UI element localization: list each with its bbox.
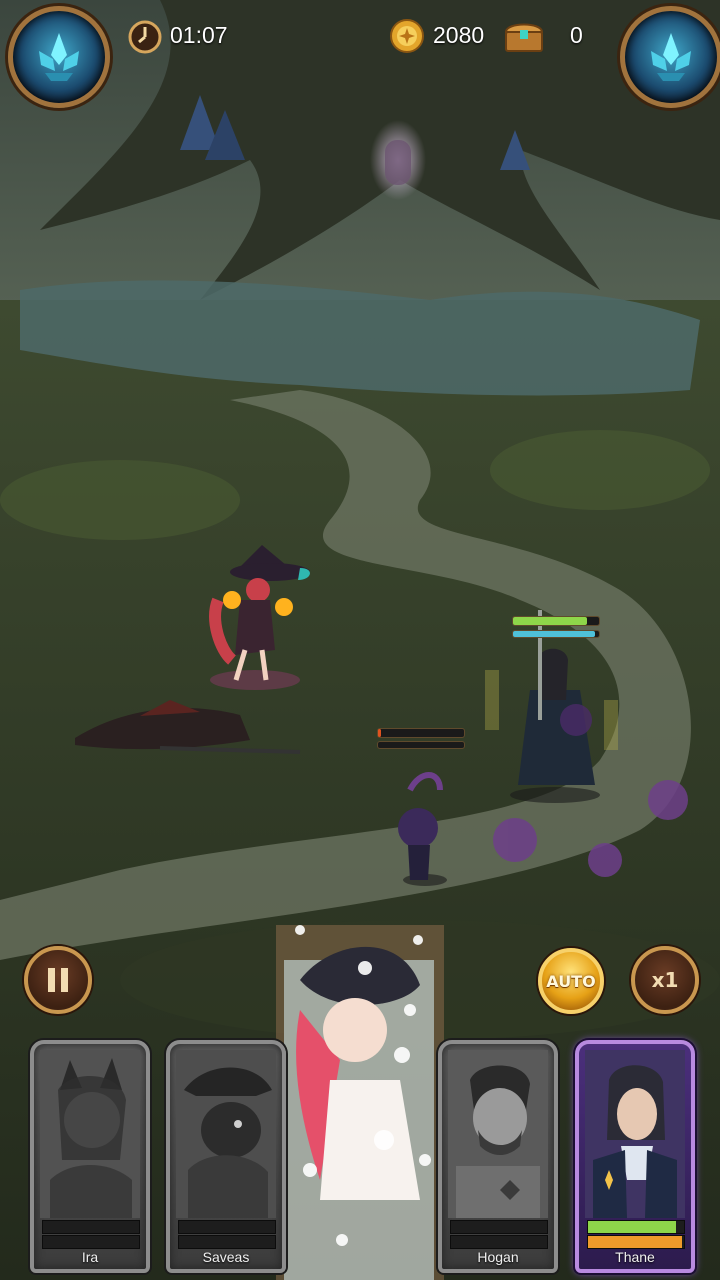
- team-emblem-right: [620, 6, 720, 108]
- hero-card-thane[interactable]: Thane: [575, 1040, 695, 1273]
- enemy-knight-energy-fill: [513, 631, 595, 637]
- hero-portrait-saveas: [176, 1050, 276, 1218]
- hero-thane-hp-bar: [587, 1220, 685, 1234]
- hero-hogan-energy-bar: [450, 1235, 548, 1249]
- hero-card-saveas[interactable]: Saveas: [166, 1040, 286, 1273]
- hero-ira-energy-bar: [42, 1235, 140, 1249]
- enemy-minion-hp-bar: [377, 728, 465, 738]
- hero-name-saveas: Saveas: [202, 1249, 250, 1265]
- hero-hogan-hp-bar: [450, 1220, 548, 1234]
- enemy-knight-energy-bar: [512, 630, 600, 638]
- enemy-knight-hp-bar: [512, 616, 600, 626]
- speed-button[interactable]: x1: [631, 946, 699, 1014]
- enemy-minion-energy-bar: [377, 741, 465, 749]
- auto-battle-button[interactable]: AUTO: [538, 948, 604, 1014]
- hero-name-thane: Thane: [615, 1249, 655, 1265]
- hero-name-hogan: Hogan: [477, 1249, 519, 1265]
- enemy-minion-hp-fill: [378, 729, 382, 737]
- hero-saveas-energy-bar: [178, 1235, 276, 1249]
- hero-thane-energy-fill: [588, 1236, 683, 1248]
- crystal-lotus-icon: [39, 33, 79, 81]
- hero-ira-hp-bar: [42, 1220, 140, 1234]
- gold-coin-icon: [390, 19, 424, 53]
- speed-label: x1: [651, 968, 679, 992]
- hero-card-hogan[interactable]: Hogan: [438, 1040, 558, 1273]
- hero-portrait-hogan: [448, 1050, 548, 1218]
- team-emblem-left: [8, 6, 110, 108]
- hero-card-active-ultimate[interactable]: [276, 925, 444, 1280]
- hero-portrait-ira: [40, 1050, 140, 1218]
- gold-count: 2080: [433, 22, 485, 48]
- hero-saveas-hp-bar: [178, 1220, 276, 1234]
- hero-card-ira[interactable]: Ira: [30, 1040, 150, 1273]
- hero-thane-hp-fill: [588, 1221, 677, 1233]
- battle-timer: 01:07: [170, 22, 228, 48]
- pause-icon: [48, 968, 68, 992]
- crystal-lotus-icon: [651, 33, 691, 81]
- hero-portrait-thane: [585, 1050, 685, 1218]
- chest-count: 0: [570, 22, 583, 48]
- hero-thane-energy-bar: [587, 1235, 685, 1249]
- hero-name-ira: Ira: [81, 1249, 99, 1265]
- auto-battle-label: AUTO: [546, 971, 596, 991]
- enemy-knight-hp-fill: [513, 617, 587, 625]
- clock-icon: [128, 20, 162, 54]
- treasure-chest-icon: [504, 23, 544, 52]
- pause-button[interactable]: [24, 946, 92, 1014]
